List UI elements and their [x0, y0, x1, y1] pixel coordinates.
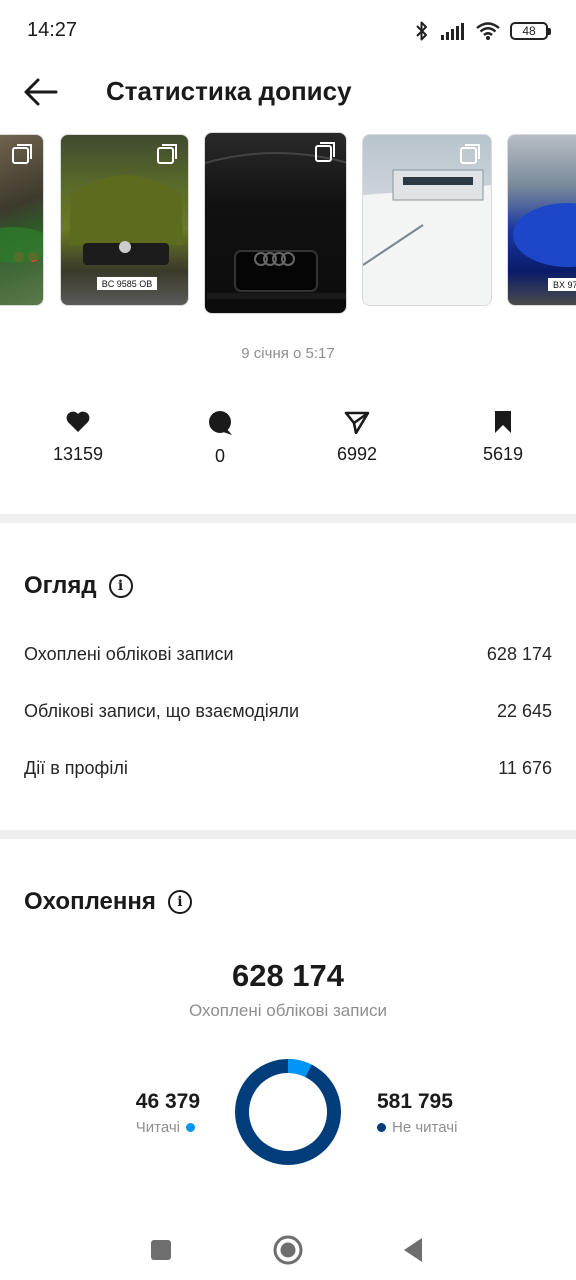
- reach-donut-chart: [233, 1057, 343, 1167]
- wifi-icon: [476, 22, 500, 40]
- license-plate: BX 97: [553, 280, 576, 290]
- header: Статистика допису: [0, 62, 576, 122]
- signal-icon: [441, 23, 464, 40]
- paper-plane-icon: [344, 411, 370, 434]
- carousel-image[interactable]: [362, 134, 492, 306]
- overview-row-label: Охоплені облікові записи: [24, 644, 234, 664]
- non-followers-label: Не читачі: [392, 1119, 458, 1136]
- info-icon[interactable]: i: [167, 890, 192, 914]
- arrow-left-icon: [24, 78, 58, 106]
- followers-label: Читачі: [135, 1119, 181, 1136]
- saves-count: 5619: [482, 444, 524, 464]
- multiple-photos-icon: [460, 144, 480, 164]
- overview-row: Дії в профілі 11 676: [24, 758, 552, 779]
- followers-legend: 46 379 Читачі: [136, 1090, 200, 1136]
- overview-row-value: 628 174: [486, 644, 552, 664]
- carousel-image[interactable]: BX 97: [507, 134, 576, 306]
- overview-row: Облікові записи, що взаємодіяли 22 645: [24, 701, 552, 722]
- home-button[interactable]: [268, 1230, 308, 1270]
- home-circle-icon: [273, 1235, 303, 1265]
- likes-metric: 13159: [28, 410, 128, 465]
- non-followers-dot: [377, 1123, 386, 1132]
- comments-count: 0: [214, 446, 225, 466]
- post-metrics: 13159 0 6992 5619: [0, 410, 576, 480]
- battery-level: 48: [522, 24, 536, 38]
- shares-count: 6992: [336, 444, 378, 464]
- carousel-image[interactable]: [0, 134, 44, 306]
- page-title: Статистика допису: [106, 76, 352, 106]
- reach-section-title: Охоплення i: [24, 888, 192, 916]
- overview-section-title: Огляд i: [24, 572, 133, 600]
- status-time: 14:27: [27, 19, 78, 41]
- non-followers-label-row: Не читачі: [377, 1119, 457, 1136]
- comments-metric: 0: [170, 410, 270, 467]
- followers-label-row: Читачі: [136, 1119, 200, 1136]
- overview-title: Огляд: [24, 572, 97, 599]
- shares-metric: 6992: [307, 410, 407, 465]
- comment-bubble-icon: [209, 411, 232, 435]
- section-divider: [0, 830, 576, 839]
- non-followers-arc: [235, 1059, 341, 1165]
- multiple-photos-icon: [157, 144, 177, 164]
- battery-icon: 48: [510, 22, 551, 40]
- overview-row-label: Облікові записи, що взаємодіяли: [24, 701, 300, 721]
- followers-dot: [186, 1123, 196, 1132]
- followers-value: 46 379: [135, 1090, 200, 1113]
- multiple-photos-icon: [315, 142, 335, 162]
- likes-count: 13159: [52, 444, 104, 464]
- section-divider: [0, 514, 576, 523]
- reach-total-label: Охоплені облікові записи: [189, 1001, 387, 1020]
- overview-row-value: 22 645: [496, 701, 552, 721]
- bluetooth-icon: [416, 21, 427, 41]
- system-back-button[interactable]: [393, 1230, 433, 1270]
- carousel-image-selected[interactable]: [204, 132, 347, 314]
- multiple-photos-icon: [12, 144, 32, 164]
- info-icon[interactable]: i: [108, 574, 133, 598]
- status-icons: 48: [414, 18, 551, 44]
- recents-square-icon: [151, 1240, 171, 1260]
- bookmark-icon: [495, 411, 511, 433]
- reach-title: Охоплення: [24, 888, 156, 915]
- system-nav-bar: [0, 1210, 576, 1280]
- carousel-image[interactable]: BC 9585 OB: [60, 134, 189, 306]
- overview-row-label: Дії в профілі: [24, 758, 128, 778]
- back-triangle-icon: [404, 1238, 422, 1262]
- heart-icon: [66, 411, 90, 432]
- recents-button[interactable]: [141, 1230, 181, 1270]
- license-plate: BC 9585 OB: [102, 279, 153, 289]
- reach-total: 628 174: [231, 958, 345, 993]
- saves-metric: 5619: [453, 410, 553, 465]
- back-button[interactable]: [20, 74, 62, 110]
- overview-row: Охоплені облікові записи 628 174: [24, 644, 552, 665]
- non-followers-value: 581 795: [377, 1090, 453, 1113]
- non-followers-legend: 581 795 Не читачі: [377, 1090, 457, 1136]
- post-date: 9 січня о 5:17: [241, 345, 335, 362]
- post-image-carousel[interactable]: BC 9585 OB BX 97: [0, 132, 576, 318]
- overview-row-value: 11 676: [498, 758, 552, 778]
- status-bar: 14:27 48: [0, 0, 576, 62]
